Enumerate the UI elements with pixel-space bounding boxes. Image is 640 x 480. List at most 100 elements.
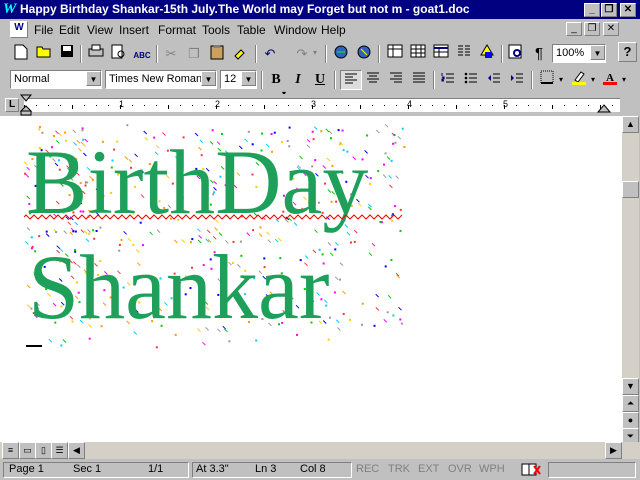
save-disk-icon[interactable] [56,44,78,64]
menu-bar: W File Edit View Insert Format Tools Tab… [0,20,640,62]
right-indent-marker-icon[interactable] [597,104,611,114]
status-at: At 3.3" [196,463,229,475]
menu-insert[interactable]: Insert [119,23,149,37]
font-dropdown-icon[interactable]: ▼ [201,71,216,86]
document-map-icon[interactable] [505,44,527,64]
page-layout-view-button[interactable]: ▯ [35,442,52,459]
menu-table[interactable]: Table [237,23,266,37]
doc-close-button[interactable]: ✕ [603,22,619,36]
menu-tools[interactable]: Tools [202,23,230,37]
borders-dropdown-icon[interactable]: ▾ [559,75,563,84]
highlight-dropdown-icon[interactable]: ▾ [591,75,595,84]
align-left-icon[interactable] [340,70,362,90]
font-value: Times New Roman [109,73,203,85]
paste-icon[interactable] [206,44,228,64]
insert-excel-icon[interactable] [430,44,452,64]
maximize-button[interactable]: ❐ [601,3,617,17]
status-trk[interactable]: TRK [388,463,410,475]
menu-window[interactable]: Window [274,23,317,37]
menu-edit[interactable]: Edit [59,23,80,37]
select-browse-object-button[interactable]: ● [622,412,639,429]
status-ovr[interactable]: OVR [448,463,472,475]
insert-table-icon[interactable] [407,44,429,64]
underline-button[interactable]: U [309,70,331,90]
document-icon[interactable]: W [10,21,28,38]
menu-help[interactable]: Help [321,23,346,37]
status-empty-panel [548,462,636,478]
copy-icon[interactable]: ❐ [183,44,205,64]
spelling-status-book-icon[interactable] [520,462,542,480]
zoom-dropdown-icon[interactable]: ▼ [590,45,605,60]
justify-icon[interactable] [408,70,430,90]
doc-minimize-button[interactable]: _ [566,22,582,36]
web-layout-view-button[interactable]: ▭ [19,442,36,459]
bold-button[interactable]: B [265,70,287,90]
end-of-document-marker [26,345,42,347]
open-folder-icon[interactable] [33,44,55,64]
status-wph[interactable]: WPH [479,463,505,475]
format-painter-icon[interactable] [229,44,251,64]
tables-borders-icon[interactable] [384,44,406,64]
menu-view[interactable]: View [87,23,113,37]
print-icon[interactable] [85,44,107,64]
title-bar[interactable]: W Happy Birthday Shankar-15th July.The W… [0,0,640,19]
show-hide-pilcrow-icon[interactable]: ¶ [528,44,550,64]
columns-icon[interactable] [453,44,475,64]
style-dropdown-icon[interactable]: ▼ [86,71,101,86]
font-color-dropdown-icon[interactable]: ▾ [622,75,626,84]
close-button[interactable]: ✕ [620,3,636,17]
scroll-down-button[interactable]: ▼ [622,378,639,395]
previous-page-button[interactable]: ⏶ [622,395,639,412]
horizontal-ruler[interactable]: L 1 2 3 4 5 [0,94,640,116]
tab-stop-selector-icon[interactable]: L [5,98,19,112]
web-toolbar-icon[interactable] [353,44,375,64]
ruler-ticks [24,105,613,109]
drawing-icon[interactable] [476,44,498,64]
font-size-dropdown-icon[interactable]: ▼ [241,71,256,86]
scroll-up-button[interactable]: ▲ [622,116,639,133]
minimize-button[interactable]: _ [584,3,600,17]
zoom-select[interactable]: 100% ▼ [552,44,606,63]
numbering-icon[interactable] [437,70,459,90]
highlight-icon[interactable] [568,70,590,90]
bullets-icon[interactable] [460,70,482,90]
cut-icon[interactable]: ✂ [160,44,182,64]
insert-hyperlink-icon[interactable] [330,44,352,64]
spelling-check-icon[interactable]: ABC [131,44,153,64]
scroll-left-button[interactable]: ◀ [68,442,85,459]
align-center-icon[interactable] [362,70,384,90]
vertical-scrollbar[interactable]: ▲ ▼ ⏶ ● ⏷ [622,116,639,445]
increase-indent-icon[interactable] [506,70,528,90]
undo-icon[interactable]: ↶ [259,44,281,64]
new-doc-icon[interactable] [10,44,32,64]
standard-toolbar: ABC ✂ ❐ ↶ ▾ ↷ ▾ ¶ 100% ▼ [0,41,640,98]
menu-file[interactable]: File [34,23,53,37]
normal-view-button[interactable]: ≡ [2,442,19,459]
menu-format[interactable]: Format [158,23,196,37]
italic-button[interactable]: I [287,70,309,90]
font-select[interactable]: Times New Roman ▼ [105,70,217,89]
scroll-right-button[interactable]: ▶ [605,442,622,459]
text-line-shankar[interactable]: Shankar [28,241,329,333]
horizontal-scrollbar[interactable]: ≡ ▭ ▯ ☰ ◀ ▶ [0,442,640,459]
window-title: Happy Birthday Shankar-15th July.The Wor… [20,2,470,16]
font-color-icon[interactable]: A [599,70,621,90]
style-select[interactable]: Normal ▼ [10,70,102,89]
status-column: Col 8 [300,463,326,475]
redo-icon[interactable]: ↷ [291,44,313,64]
outline-view-button[interactable]: ☰ [51,442,68,459]
font-size-select[interactable]: 12 ▼ [220,70,257,89]
status-rec[interactable]: REC [356,463,379,475]
redo-dropdown-icon[interactable]: ▾ [313,48,317,57]
borders-icon[interactable] [536,70,558,90]
word-app-icon[interactable]: W [3,1,16,18]
print-preview-icon[interactable] [108,44,130,64]
doc-restore-button[interactable]: ❐ [584,22,600,36]
document-area[interactable]: BirthDay Shankar [0,116,622,442]
scroll-thumb[interactable] [622,181,639,198]
status-ext[interactable]: EXT [418,463,439,475]
ruler-track[interactable]: 1 2 3 4 5 [24,98,620,112]
align-right-icon[interactable] [385,70,407,90]
decrease-indent-icon[interactable] [483,70,505,90]
indent-marker-icon[interactable] [19,94,33,116]
